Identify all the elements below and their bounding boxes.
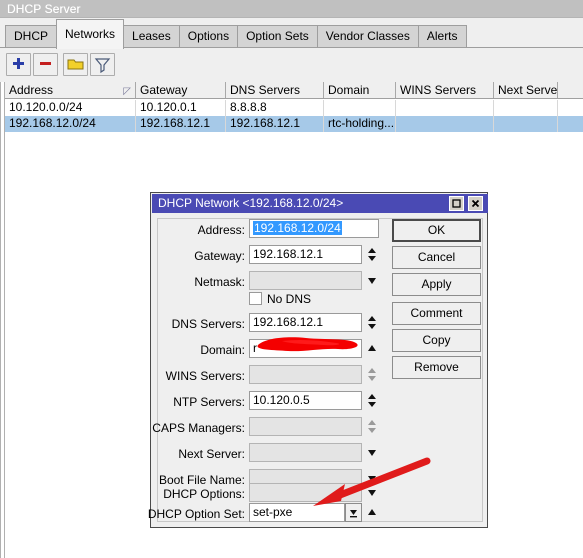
row-gutter <box>0 82 5 558</box>
column-header-address[interactable]: Address ◸ <box>5 82 136 98</box>
remove-button[interactable]: Remove <box>392 356 481 379</box>
ntp-servers-field[interactable]: 10.120.0.5 <box>249 391 362 410</box>
column-divider <box>225 100 226 132</box>
table-header-row: Address ◸ Gateway DNS Servers Domain WIN… <box>0 82 583 99</box>
apply-button[interactable]: Apply <box>392 273 481 296</box>
dns-servers-spinner[interactable] <box>366 313 378 332</box>
column-header-domain[interactable]: Domain <box>324 82 396 98</box>
column-divider <box>557 100 558 132</box>
dhcp-options-dropdown-arrow-icon[interactable] <box>366 483 378 502</box>
domain-up-arrow-icon[interactable] <box>366 339 378 358</box>
tab-option-sets[interactable]: Option Sets <box>237 25 318 48</box>
cell-next-server <box>494 100 558 116</box>
tab-networks[interactable]: Networks <box>56 19 125 49</box>
column-header-dns-servers[interactable]: DNS Servers <box>226 82 324 98</box>
column-divider <box>323 100 324 132</box>
enable-button[interactable] <box>63 53 88 76</box>
comment-button[interactable]: Comment <box>392 302 481 325</box>
dhcp-options-label: DHCP Options: <box>163 487 245 501</box>
next-server-label: Next Server: <box>178 447 245 461</box>
column-header-wins-servers[interactable]: WINS Servers <box>396 82 494 98</box>
domain-label: Domain: <box>200 343 245 357</box>
boot-file-name-label: Boot File Name: <box>158 473 245 487</box>
cell-gateway: 192.168.12.1 <box>140 116 211 130</box>
no-dns-label: No DNS <box>267 292 312 306</box>
wins-servers-spinner[interactable] <box>366 365 378 384</box>
cell-dns-servers: 8.8.8.8 <box>230 100 267 114</box>
address-label: Address: <box>197 223 245 237</box>
cell-address: 192.168.12.0/24 <box>9 116 96 130</box>
cell-domain <box>324 100 396 116</box>
close-button[interactable] <box>468 196 483 211</box>
window-title: DHCP Server <box>7 2 81 16</box>
gateway-field[interactable]: 192.168.12.1 <box>249 245 362 264</box>
tab-leases[interactable]: Leases <box>123 25 180 48</box>
dialog-title-bar[interactable]: DHCP Network <192.168.12.0/24> <box>152 194 488 213</box>
window-title-bar: DHCP Server <box>0 0 583 18</box>
cancel-button[interactable]: Cancel <box>392 246 481 269</box>
dns-servers-label: DNS Servers: <box>171 317 245 331</box>
caps-managers-spinner[interactable] <box>366 417 378 436</box>
dhcp-option-set-dropdown-button[interactable] <box>345 503 362 522</box>
next-server-field[interactable] <box>249 443 362 462</box>
column-header-next-server[interactable]: Next Server <box>494 82 558 98</box>
netmask-field[interactable] <box>249 271 362 290</box>
no-dns-checkbox[interactable] <box>249 292 262 305</box>
cell-wins-servers <box>396 100 494 116</box>
column-divider <box>395 100 396 132</box>
tab-alerts[interactable]: Alerts <box>417 25 467 48</box>
cell-next-server <box>494 116 558 132</box>
gateway-label: Gateway: <box>194 249 245 263</box>
cell-gateway: 10.120.0.1 <box>140 100 197 114</box>
column-divider <box>135 100 136 132</box>
maximize-button[interactable] <box>449 196 464 211</box>
tab-options[interactable]: Options <box>178 25 239 48</box>
cell-wins-servers <box>396 116 494 132</box>
dhcp-server-window: DHCP Server DHCP Networks Leases Options… <box>0 0 583 558</box>
wins-servers-field[interactable] <box>249 365 362 384</box>
tab-strip: DHCP Networks Leases Options Option Sets… <box>0 18 583 49</box>
dhcp-option-set-field[interactable]: set-pxe <box>249 503 345 522</box>
remove-button[interactable] <box>33 53 58 76</box>
cell-dns-servers: 192.168.12.1 <box>230 116 301 130</box>
filter-button[interactable] <box>90 53 115 76</box>
cell-address: 10.120.0.0/24 <box>9 100 83 114</box>
column-divider <box>493 100 494 132</box>
table-row[interactable]: 10.120.0.0/24 10.120.0.1 8.8.8.8 <box>0 100 583 116</box>
next-server-dropdown-arrow-icon[interactable] <box>366 443 378 462</box>
column-header-gateway[interactable]: Gateway <box>136 82 226 98</box>
caps-managers-label: CAPS Managers: <box>152 421 245 435</box>
table-row[interactable]: 192.168.12.0/24 192.168.12.1 192.168.12.… <box>0 116 583 132</box>
dhcp-option-set-label: DHCP Option Set: <box>147 507 245 521</box>
column-header-address-label: Address <box>9 83 54 97</box>
netmask-dropdown-arrow-icon[interactable] <box>366 271 378 290</box>
wins-servers-label: WINS Servers: <box>165 369 245 383</box>
tab-dhcp[interactable]: DHCP <box>5 25 58 48</box>
dhcp-options-field[interactable] <box>249 483 362 502</box>
dhcp-option-set-up-arrow-icon[interactable] <box>366 503 378 522</box>
ntp-servers-label: NTP Servers: <box>173 395 245 409</box>
address-value: 192.168.12.0/24 <box>253 221 342 235</box>
add-button[interactable] <box>6 53 31 76</box>
gateway-spinner[interactable] <box>366 245 378 264</box>
netmask-label: Netmask: <box>194 275 245 289</box>
dialog-title: DHCP Network <192.168.12.0/24> <box>158 196 344 210</box>
address-field[interactable]: 192.168.12.0/24 <box>249 219 379 238</box>
toolbar <box>0 48 583 82</box>
copy-button[interactable]: Copy <box>392 329 481 352</box>
tab-vendor-classes[interactable]: Vendor Classes <box>316 25 419 48</box>
cell-domain: rtc-holding.... <box>328 116 396 130</box>
column-header-spacer <box>558 82 583 98</box>
caps-managers-field[interactable] <box>249 417 362 436</box>
ntp-servers-spinner[interactable] <box>366 391 378 410</box>
domain-field[interactable]: r <box>249 339 362 358</box>
sort-ascending-icon: ◸ <box>123 86 131 97</box>
dns-servers-field[interactable]: 192.168.12.1 <box>249 313 362 332</box>
ok-button[interactable]: OK <box>392 219 481 242</box>
